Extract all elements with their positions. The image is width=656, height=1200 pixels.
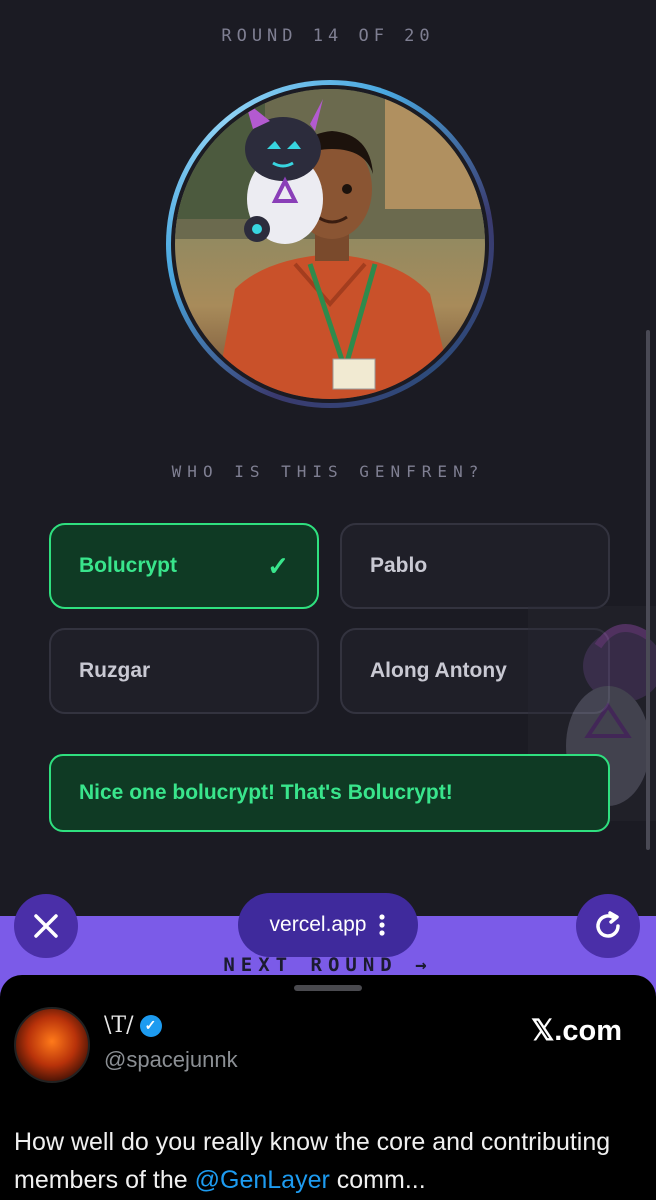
tweet-handle[interactable]: @spacejunnk [104,1047,238,1073]
tweet-display-name[interactable]: \T/ ✓ [104,1013,162,1038]
avatar-portrait [171,85,489,403]
portrait-illustration [175,89,485,399]
option-ruzgar[interactable]: Ruzgar [49,628,319,714]
close-icon [34,914,58,938]
reload-button[interactable] [576,894,640,958]
mention-link[interactable]: @GenLayer [195,1166,330,1194]
tweet-avatar[interactable] [14,1007,90,1083]
option-pablo[interactable]: Pablo [340,523,610,609]
option-label: Along Antony [370,659,507,682]
sheet-handle[interactable] [294,985,362,991]
close-button[interactable] [14,894,78,958]
checkmark-icon: ✓ [267,550,289,581]
feedback-banner: Nice one bolucrypt! That's Bolucrypt! [49,754,610,832]
genfren-avatar [166,80,494,408]
option-label: Ruzgar [79,659,151,682]
tweet-text: How well do you really know the core and… [14,1123,644,1199]
round-label: ROUND 14 OF 20 [221,26,435,46]
reload-icon [596,911,620,938]
option-label: Bolucrypt [79,554,178,577]
question-label: WHO IS THIS GENFREN? [171,462,485,481]
url-text: vercel.app [269,913,367,936]
tweet-text-end: comm... [329,1166,426,1194]
display-name-text: \T/ [104,1013,134,1038]
url-pill[interactable]: vercel.app [238,893,418,957]
x-site-link[interactable]: 𝕏.com [531,1013,622,1048]
tweet-sheet: \T/ ✓ @spacejunnk 𝕏.com How well do you … [0,975,656,1200]
option-bolucrypt[interactable]: Bolucrypt ✓ [49,523,319,609]
verified-badge-icon: ✓ [139,1014,162,1037]
more-vertical-icon[interactable] [378,913,386,937]
option-label: Pablo [370,554,428,577]
next-round-button[interactable]: NEXT ROUND → [0,954,656,976]
scrollbar[interactable] [646,330,650,850]
